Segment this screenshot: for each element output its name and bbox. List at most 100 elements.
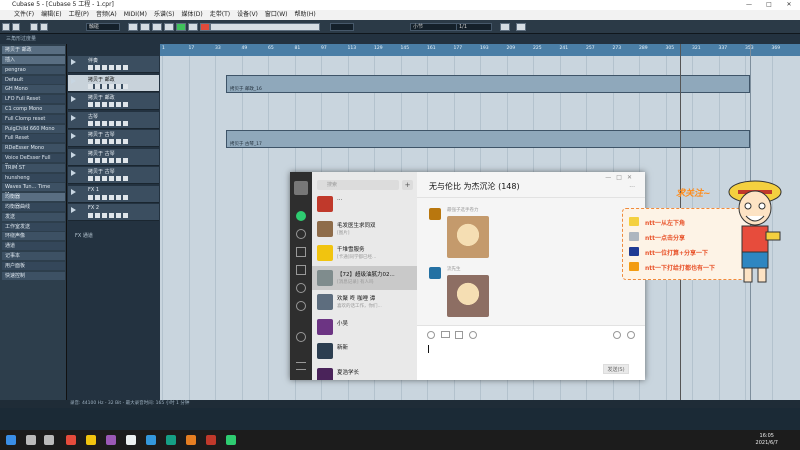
- track-row[interactable]: FX 1: [68, 185, 159, 203]
- audio-part[interactable]: 拷贝于 古琴_17: [226, 130, 750, 148]
- favorites-icon[interactable]: [296, 247, 306, 257]
- expand-track-icon[interactable]: [71, 96, 76, 102]
- chat-list-item[interactable]: 千堆雪服务 [卡通]同学都已经...: [312, 241, 417, 265]
- windows-icon[interactable]: [6, 435, 16, 445]
- inspector-row[interactable]: C1 comp Mono: [2, 105, 65, 113]
- menu-item[interactable]: 编辑(E): [41, 10, 61, 20]
- app2-icon[interactable]: [146, 435, 156, 445]
- wechat-window[interactable]: 搜索 + ... 毛发医生求同双 [图片] 千堆雪服务 [卡通]同学都已经... 【72】…: [290, 172, 645, 380]
- record-button[interactable]: [200, 23, 210, 31]
- stop-button[interactable]: [188, 23, 198, 31]
- cat-image-message[interactable]: [447, 216, 489, 258]
- search-input[interactable]: 搜索: [317, 180, 399, 190]
- track-row[interactable]: 拷贝于 邮政: [68, 93, 159, 110]
- media-bay-button[interactable]: [30, 23, 38, 31]
- track-row[interactable]: 拷贝于 古琴: [68, 148, 159, 166]
- inspector-row[interactable]: 通道: [2, 242, 65, 251]
- quantize-button[interactable]: [516, 23, 526, 31]
- menu-item[interactable]: 乐谱(S): [154, 10, 175, 20]
- chat-history-icon[interactable]: [469, 331, 477, 339]
- inspector-row[interactable]: PuigChild 660 Mono: [2, 124, 65, 133]
- moments-icon[interactable]: [296, 283, 306, 293]
- inspector-row[interactable]: 均衡器曲线: [2, 203, 65, 211]
- app4-icon[interactable]: [186, 435, 196, 445]
- forward-button[interactable]: [152, 23, 162, 31]
- rewind-button[interactable]: [140, 23, 150, 31]
- audio-part[interactable]: 拷贝于 邮政_16: [226, 75, 750, 93]
- app3-icon[interactable]: [166, 435, 176, 445]
- window-controls[interactable]: —□✕: [605, 174, 637, 181]
- close-button[interactable]: ✕: [782, 0, 796, 10]
- track-buttons[interactable]: [88, 194, 128, 200]
- chat-list-item[interactable]: ...: [312, 192, 417, 216]
- menu-item[interactable]: 音频(A): [96, 10, 117, 20]
- inspector-row[interactable]: 环绕声像: [2, 232, 65, 241]
- voice-call-icon[interactable]: [613, 331, 621, 339]
- go-to-start-button[interactable]: [128, 23, 138, 31]
- track-buttons[interactable]: [88, 139, 128, 144]
- inspector-row[interactable]: RDeEsser Mono: [2, 144, 65, 153]
- search-icon[interactable]: [26, 435, 36, 445]
- automation-mode-select[interactable]: 触碰: [86, 23, 120, 31]
- app1-icon[interactable]: [126, 435, 136, 445]
- menu-item[interactable]: MIDI(M): [124, 10, 147, 20]
- inspector-row[interactable]: pengrao: [2, 65, 65, 74]
- pool-button[interactable]: [40, 23, 48, 31]
- add-chat-button[interactable]: +: [402, 180, 413, 190]
- chat-icon[interactable]: [296, 211, 306, 221]
- menu-item[interactable]: 媒体(D): [181, 10, 202, 20]
- inspector-row[interactable]: Voice DeEsser Full Reset: [2, 154, 65, 169]
- chat-list-item[interactable]: 新新: [312, 339, 417, 363]
- mini-program-icon[interactable]: [296, 301, 306, 311]
- expand-track-icon[interactable]: [71, 133, 76, 139]
- expand-track-icon[interactable]: [71, 170, 76, 176]
- avatar[interactable]: [429, 267, 441, 279]
- inspector-row[interactable]: 快速控制: [2, 271, 65, 280]
- inspector-row[interactable]: TRIM ST: [2, 163, 65, 172]
- inspector-row[interactable]: Default: [2, 75, 65, 84]
- chat-list-item[interactable]: 小吴: [312, 315, 417, 339]
- more-icon[interactable]: ···: [629, 184, 635, 191]
- inspector-row[interactable]: Waves Tun... Time Mono: [2, 183, 65, 198]
- inspector-row[interactable]: LFO Full Reset: [2, 95, 65, 104]
- snap-select[interactable]: 小节: [410, 23, 462, 31]
- scissors-icon[interactable]: [455, 331, 463, 339]
- track-row[interactable]: FX 2: [68, 204, 159, 221]
- contacts-icon[interactable]: [296, 229, 306, 239]
- menu-item[interactable]: 设备(V): [237, 10, 258, 20]
- timeline-ruler[interactable]: 1 17 33 49 65 81 97 113 129 145 161 177 193 209 225 241…: [160, 44, 800, 56]
- emoji-icon[interactable]: [427, 331, 435, 339]
- chat-list-item[interactable]: 【72】超级油腻力02... [消息记录] 有人吗: [312, 265, 417, 290]
- menu-item[interactable]: 文件(F): [14, 10, 34, 20]
- play-button[interactable]: [176, 23, 186, 31]
- menu-icon[interactable]: [296, 362, 306, 370]
- folder-icon[interactable]: [86, 435, 96, 445]
- cycle-button[interactable]: [164, 23, 174, 31]
- avatar[interactable]: [294, 181, 308, 195]
- cat-image-message[interactable]: [447, 275, 489, 317]
- cubase-icon[interactable]: [206, 435, 216, 445]
- expand-track-icon[interactable]: [71, 59, 76, 65]
- inspector-row[interactable]: 工作室发送: [2, 222, 65, 231]
- color-select[interactable]: [330, 23, 354, 31]
- track-row[interactable]: 伴奏: [68, 56, 159, 73]
- expand-track-icon[interactable]: [71, 151, 76, 158]
- inspector-row[interactable]: 均衡器: [2, 193, 65, 202]
- expand-track-icon[interactable]: [71, 188, 76, 195]
- inspector-row[interactable]: hunsheng: [2, 173, 65, 182]
- track-row[interactable]: 拷贝于 古琴: [68, 130, 159, 147]
- inspector-row[interactable]: 插入: [2, 56, 65, 64]
- store-icon[interactable]: [106, 435, 116, 445]
- snap-toggle-button[interactable]: [500, 23, 510, 31]
- expand-track-icon[interactable]: [71, 114, 76, 121]
- file-icon[interactable]: [441, 331, 450, 338]
- inspector-row[interactable]: GH Mono: [2, 85, 65, 94]
- files-icon[interactable]: [296, 265, 306, 275]
- expand-track-icon[interactable]: [71, 77, 76, 84]
- inspector-row[interactable]: Full Reset: [2, 134, 65, 143]
- constrain-delay-button[interactable]: [12, 23, 20, 31]
- track-row[interactable]: 拷贝于 邮政: [68, 74, 159, 92]
- chat-list-item[interactable]: 欢聚 咚 咖哩 谭喜欢的话工作，你们...: [312, 290, 417, 314]
- phone-icon[interactable]: [296, 332, 306, 342]
- menu-item[interactable]: 工程(P): [69, 10, 89, 20]
